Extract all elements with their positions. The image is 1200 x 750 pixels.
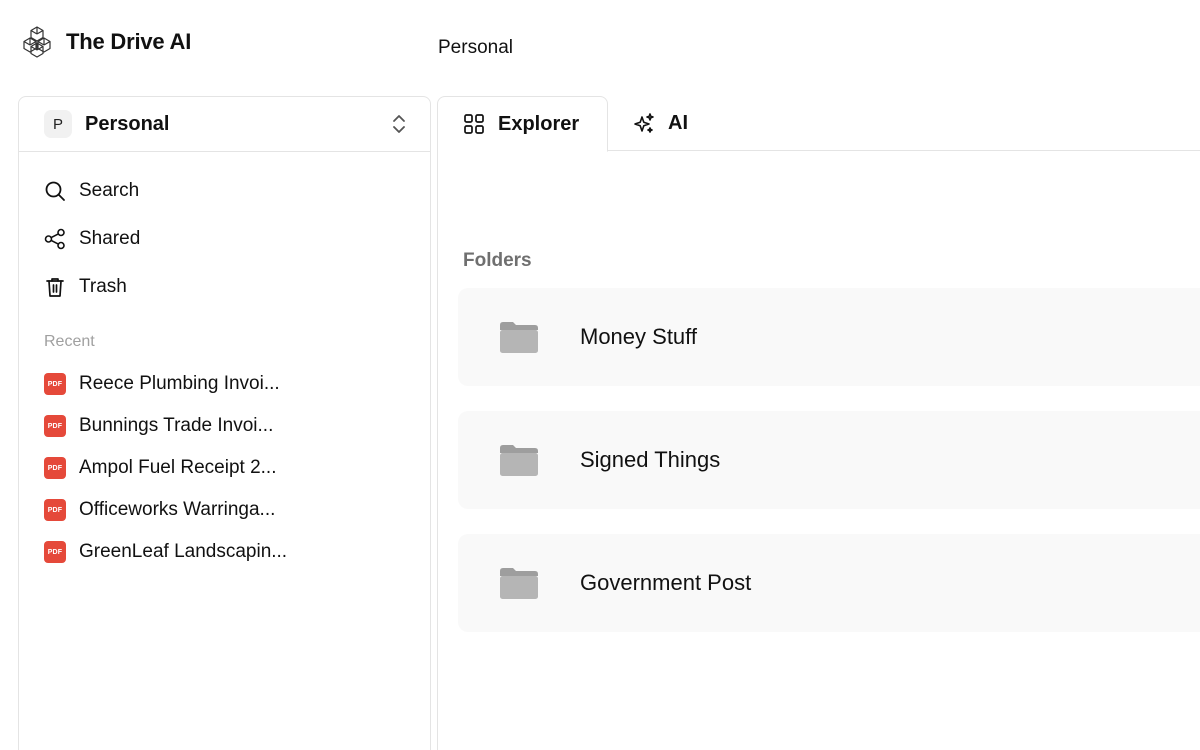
folder-icon bbox=[500, 568, 538, 599]
folder-name: Signed Things bbox=[580, 447, 721, 472]
sparkles-icon bbox=[634, 112, 654, 133]
recent-file-item[interactable]: PDF Bunnings Trade Invoi... bbox=[44, 405, 430, 447]
recent-file-item[interactable]: PDF GreenLeaf Landscapin... bbox=[44, 531, 430, 573]
app-name: The Drive AI bbox=[66, 29, 192, 54]
chevron-up-down-icon bbox=[393, 115, 405, 133]
recent-file-name: GreenLeaf Landscapin... bbox=[79, 541, 288, 562]
pdf-file-icon: PDF bbox=[44, 373, 66, 395]
search-icon bbox=[45, 181, 65, 201]
sidebar-nav: Search Shared Trash bbox=[19, 152, 430, 311]
recent-file-name: Ampol Fuel Receipt 2... bbox=[79, 457, 277, 478]
folder-card[interactable]: Signed Things bbox=[458, 411, 1200, 509]
tab-label: Explorer bbox=[498, 112, 580, 135]
sidebar-item-shared[interactable]: Shared bbox=[44, 215, 430, 263]
recent-file-name: Reece Plumbing Invoi... bbox=[79, 373, 280, 394]
share-icon bbox=[44, 228, 65, 250]
recent-file-item[interactable]: PDF Ampol Fuel Receipt 2... bbox=[44, 447, 430, 489]
trash-icon bbox=[46, 278, 64, 297]
recent-file-name: Officeworks Warringa... bbox=[79, 499, 276, 520]
breadcrumb: Personal bbox=[438, 37, 513, 58]
recent-file-name: Bunnings Trade Invoi... bbox=[79, 415, 274, 436]
tab-ai[interactable]: AI bbox=[608, 96, 712, 151]
folder-card[interactable]: Money Stuff bbox=[458, 288, 1200, 386]
pdf-file-icon: PDF bbox=[44, 415, 66, 437]
pdf-file-icon: PDF bbox=[44, 457, 66, 479]
pdf-file-icon: PDF bbox=[44, 499, 66, 521]
sidebar-item-search[interactable]: Search bbox=[44, 167, 430, 215]
recent-heading: Recent bbox=[44, 333, 95, 350]
recent-file-item[interactable]: PDF Reece Plumbing Invoi... bbox=[44, 363, 430, 405]
brand[interactable]: The Drive AI bbox=[20, 24, 191, 60]
sidebar-item-label: Search bbox=[79, 180, 140, 201]
workspace-name: Personal bbox=[85, 112, 170, 135]
explorer-panel: Folders Money Stuff Signed Things Govern… bbox=[437, 150, 1200, 750]
grid-icon bbox=[464, 114, 484, 134]
drive-ai-logo-icon bbox=[23, 26, 51, 58]
sidebar-item-trash[interactable]: Trash bbox=[44, 263, 430, 311]
sidebar-item-label: Shared bbox=[79, 228, 141, 249]
sidebar: P Personal Search Shared Trash Recent PD… bbox=[18, 96, 431, 750]
sidebar-item-label: Trash bbox=[79, 276, 127, 297]
tab-label: AI bbox=[668, 112, 688, 134]
tab-explorer[interactable]: Explorer bbox=[437, 96, 608, 152]
workspace-switcher[interactable]: P Personal bbox=[19, 97, 430, 152]
pdf-file-icon: PDF bbox=[44, 541, 66, 563]
folder-name: Money Stuff bbox=[580, 324, 697, 349]
folder-icon bbox=[500, 322, 538, 353]
view-tabs: Explorer AI bbox=[437, 96, 1200, 152]
recent-file-item[interactable]: PDF Officeworks Warringa... bbox=[44, 489, 430, 531]
folder-name: Government Post bbox=[580, 570, 752, 595]
folder-icon bbox=[500, 445, 538, 476]
workspace-avatar: P bbox=[44, 110, 72, 138]
folder-card[interactable]: Government Post bbox=[458, 534, 1200, 632]
folders-heading: Folders bbox=[463, 250, 532, 271]
recent-list: PDF Reece Plumbing Invoi... PDF Bunnings… bbox=[19, 363, 430, 573]
